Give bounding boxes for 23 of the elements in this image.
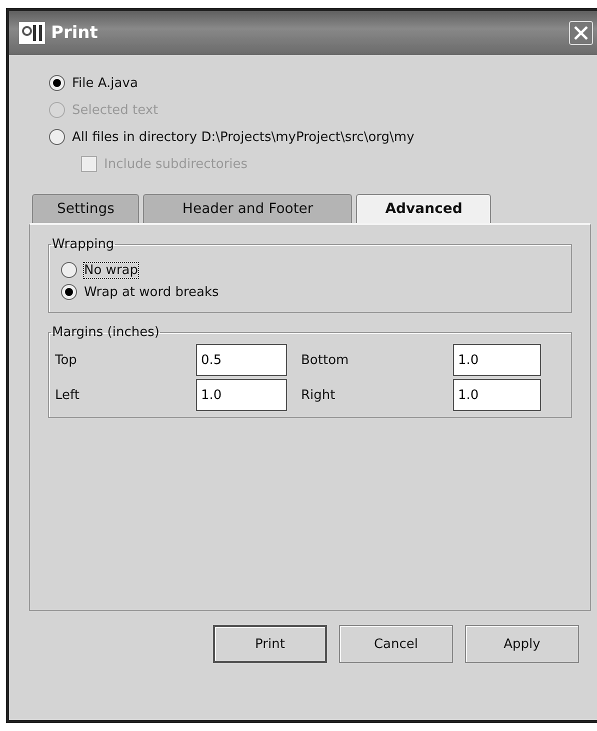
- margin-input[interactable]: 1.0: [453, 379, 541, 411]
- tab[interactable]: Advanced: [356, 194, 492, 223]
- radio-option[interactable]: No wrap: [61, 262, 565, 278]
- tab[interactable]: Header and Footer: [143, 194, 352, 223]
- radio-option[interactable]: Wrap at word breaks: [61, 284, 565, 300]
- window-title: Print: [51, 23, 99, 43]
- field-label: Right: [301, 388, 336, 402]
- radio-option[interactable]: File A.java: [49, 75, 597, 91]
- group-title: Margins (inches): [51, 325, 160, 340]
- field-label: Top: [55, 352, 78, 368]
- app-icon: [19, 22, 45, 44]
- margin-input[interactable]: 1.0: [453, 344, 541, 376]
- margin-input[interactable]: 1.0: [196, 379, 287, 411]
- dialog-button[interactable]: Print: [213, 625, 327, 663]
- margin-input[interactable]: 0.5: [196, 344, 287, 376]
- dialog-button[interactable]: Cancel: [339, 625, 453, 663]
- close-icon[interactable]: [569, 21, 593, 45]
- group-title: Wrapping: [51, 237, 116, 252]
- field-label: Bottom: [301, 352, 350, 368]
- dialog-button[interactable]: Apply: [465, 625, 579, 663]
- field-label: Left: [55, 388, 80, 402]
- radio-option[interactable]: All files in directory D:\Projects\myProject\src\org\my: [49, 129, 597, 145]
- tab[interactable]: Settings: [32, 194, 140, 223]
